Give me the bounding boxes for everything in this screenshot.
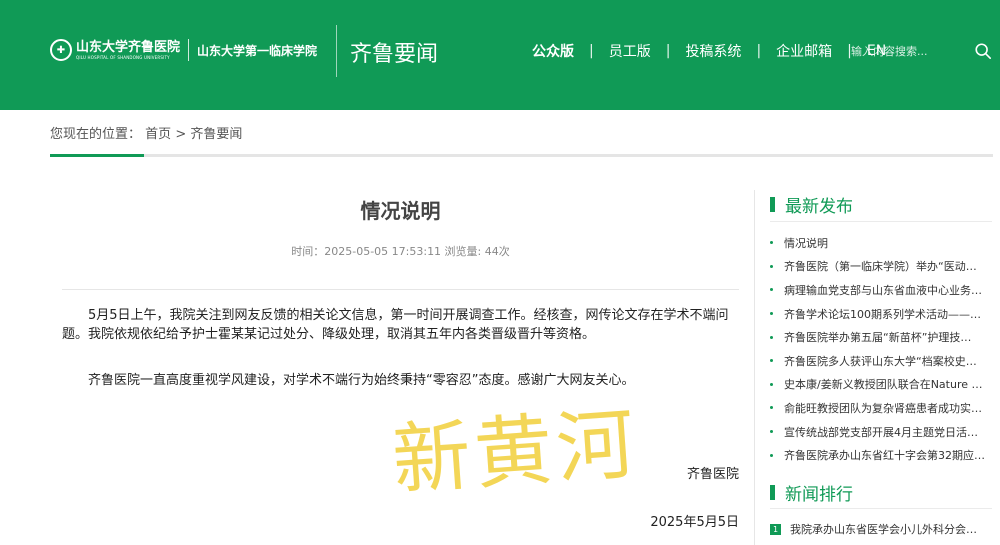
nav-separator: | bbox=[589, 43, 594, 59]
list-item[interactable]: 齐鲁学术论坛100期系列学术活动——… bbox=[770, 302, 992, 326]
list-item-title: 病理输血党支部与山东省血液中心业务… bbox=[784, 283, 982, 297]
latest-news-heading: 最新发布 bbox=[770, 192, 853, 217]
list-item[interactable]: 齐鲁医院举办第五届“新苗杯”护理技… bbox=[770, 325, 992, 349]
bullet-icon bbox=[770, 241, 773, 245]
logo-name: 山东大学齐鲁医院 bbox=[76, 39, 181, 55]
breadcrumb: 您现在的位置： 首页 > 齐鲁要闻 bbox=[50, 123, 242, 142]
list-item[interactable]: 俞能旺教授团队为复杂肾癌患者成功实… bbox=[770, 396, 992, 420]
heading-bar bbox=[770, 485, 775, 500]
article-title: 情况说明 bbox=[360, 199, 441, 223]
article-signature: 齐鲁医院 bbox=[686, 467, 739, 482]
list-item-title: 齐鲁医院举办第五届“新苗杯”护理技… bbox=[784, 331, 972, 345]
list-item[interactable]: 齐鲁医院承办山东省红十字会第32期应… bbox=[770, 443, 992, 467]
rank-number: 1 bbox=[770, 523, 781, 535]
latest-news-list: 情况说明 齐鲁医院（第一临床学院）举办“医动… 病理输血党支部与山东省血液中心业… bbox=[770, 231, 992, 467]
bullet-icon bbox=[770, 453, 773, 457]
bullet-icon bbox=[770, 406, 773, 410]
bullet-icon bbox=[770, 335, 773, 339]
news-ranking-heading: 新闻排行 bbox=[770, 480, 853, 505]
nav-submission[interactable]: 投稿系统 bbox=[685, 41, 741, 61]
search-icon[interactable] bbox=[974, 42, 992, 60]
breadcrumb-underline bbox=[50, 154, 993, 157]
nav-public[interactable]: 公众版 bbox=[532, 41, 574, 61]
search-input[interactable] bbox=[851, 44, 971, 58]
list-item[interactable]: 病理输血党支部与山东省血液中心业务… bbox=[770, 278, 992, 302]
header-divider bbox=[336, 25, 337, 77]
logo-english-name: QILU HOSPITAL OF SHANDONG UNIVERSITY bbox=[76, 54, 170, 60]
article-paragraph: 齐鲁医院一直高度重视学风建设，对学术不端行为始终秉持“零容忍”态度。感谢广大网友… bbox=[88, 373, 635, 388]
list-item-title: 齐鲁医院（第一临床学院）举办“医动… bbox=[784, 260, 977, 274]
list-item-title: 俞能旺教授团队为复杂肾癌患者成功实… bbox=[784, 401, 982, 415]
bullet-icon bbox=[770, 264, 773, 268]
list-item[interactable]: 史本康/姜新义教授团队联合在Nature … bbox=[770, 373, 992, 397]
bullet-icon bbox=[770, 359, 773, 363]
bullet-icon bbox=[770, 288, 773, 292]
list-item-title: 齐鲁学术论坛100期系列学术活动——… bbox=[784, 307, 981, 321]
logo-text-block: 山东大学齐鲁医院 QILU HOSPITAL OF SHANDONG UNIVE… bbox=[76, 39, 181, 60]
main-nav: 公众版 | 员工版 | 投稿系统 | 企业邮箱 | EN bbox=[532, 41, 886, 61]
latest-news-title: 最新发布 bbox=[785, 197, 853, 217]
bullet-icon bbox=[770, 312, 773, 316]
article-paragraph: 5月5日上午，我院关注到网友反馈的相关论文信息，第一时间开展调查工作。经核查，网… bbox=[62, 308, 729, 342]
heading-bar bbox=[770, 197, 775, 212]
sidebar-line bbox=[770, 221, 992, 222]
article: 情况说明 时间：2025-05-05 17:53:11 浏览量: 44次 5月5… bbox=[62, 185, 739, 545]
list-item-title: 情况说明 bbox=[784, 236, 828, 250]
list-item[interactable]: 1 我院承办山东省医学会小儿外科分会… bbox=[770, 519, 992, 539]
breadcrumb-home[interactable]: 首页 bbox=[145, 127, 171, 142]
article-date: 2025年5月5日 bbox=[650, 515, 739, 530]
nav-mail[interactable]: 企业邮箱 bbox=[776, 41, 832, 61]
list-item-title: 我院承办山东省医学会小儿外科分会… bbox=[790, 523, 977, 536]
breadcrumb-current[interactable]: 齐鲁要闻 bbox=[190, 127, 242, 142]
list-item-title: 史本康/姜新义教授团队联合在Nature … bbox=[784, 378, 983, 392]
list-item[interactable]: 齐鲁医院（第一临床学院）举办“医动… bbox=[770, 255, 992, 279]
news-ranking-list: 1 我院承办山东省医学会小儿外科分会… bbox=[770, 519, 992, 539]
list-item[interactable]: 宣传统战部党支部开展4月主题党日活… bbox=[770, 420, 992, 444]
list-item[interactable]: 齐鲁医院多人获评山东大学“档案校史… bbox=[770, 349, 992, 373]
hospital-logo[interactable]: ✚ 山东大学齐鲁医院 QILU HOSPITAL OF SHANDONG UNI… bbox=[50, 36, 317, 64]
bullet-icon bbox=[770, 430, 773, 434]
hospital-emblem-icon: ✚ bbox=[50, 39, 72, 61]
list-item-title: 齐鲁医院承办山东省红十字会第32期应… bbox=[784, 449, 985, 463]
news-ranking-title: 新闻排行 bbox=[785, 485, 853, 505]
watermark: 新黄河 bbox=[389, 399, 642, 507]
breadcrumb-prefix: 您现在的位置： bbox=[50, 127, 142, 142]
breadcrumb-separator: > bbox=[175, 127, 187, 142]
logo-secondary-name: 山东大学第一临床学院 bbox=[197, 43, 318, 58]
logo-divider bbox=[188, 39, 190, 61]
nav-separator: | bbox=[665, 43, 671, 59]
list-item[interactable]: 情况说明 bbox=[770, 231, 992, 255]
sidebar-line bbox=[770, 508, 992, 509]
search-box bbox=[851, 41, 994, 61]
breadcrumb-underline-accent bbox=[50, 154, 144, 157]
sidebar-divider bbox=[754, 190, 755, 545]
nav-staff[interactable]: 员工版 bbox=[609, 41, 651, 61]
section-title: 齐鲁要闻 bbox=[350, 42, 439, 67]
bullet-icon bbox=[770, 382, 773, 386]
nav-separator: | bbox=[756, 43, 762, 59]
article-meta: 时间：2025-05-05 17:53:11 浏览量: 44次 bbox=[291, 245, 510, 258]
list-item-title: 齐鲁医院多人获评山东大学“档案校史… bbox=[784, 354, 977, 368]
list-item-title: 宣传统战部党支部开展4月主题党日活… bbox=[784, 425, 978, 439]
article-divider bbox=[62, 289, 739, 290]
site-header: ✚ 山东大学齐鲁医院 QILU HOSPITAL OF SHANDONG UNI… bbox=[0, 0, 1000, 110]
